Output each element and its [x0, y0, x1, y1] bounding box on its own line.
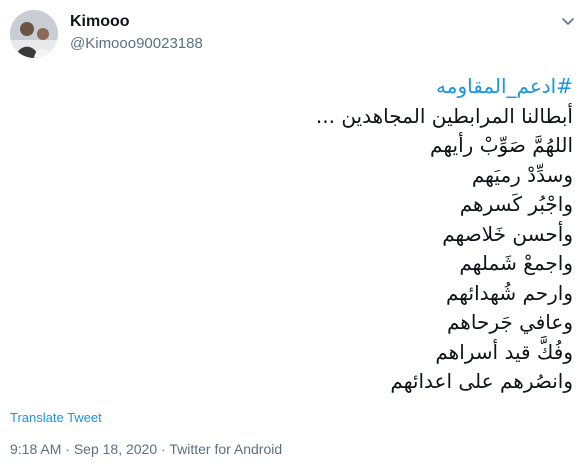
- avatar-photo-icon: [10, 10, 58, 58]
- tweet-line: وارحم شُهدائهم: [445, 280, 573, 305]
- user-handle[interactable]: @Kimooo90023188: [70, 35, 203, 52]
- meta-separator: ·: [65, 441, 70, 457]
- tweet-date[interactable]: Sep 18, 2020: [74, 441, 157, 457]
- tweet-metadata: 9:18 AM · Sep 18, 2020 · Twitter for And…: [10, 441, 282, 457]
- tweet-line: وفُكَّ قيد أسراهم: [435, 339, 573, 364]
- tweet-line: أبطالنا المرابطين المجاهدين ...: [315, 103, 573, 128]
- hashtag-link[interactable]: #ادعم_المقاومه: [153, 72, 573, 102]
- tweet-text: #ادعم_المقاومه أبطالنا المرابطين المجاهد…: [153, 72, 573, 397]
- avatar[interactable]: [10, 10, 58, 58]
- tweet-line: وأحسن خَلاصهم: [442, 221, 573, 246]
- tweet-line: وعافي جَرحاهم: [447, 310, 573, 334]
- tweet-source[interactable]: Twitter for Android: [169, 441, 282, 457]
- tweet-card: Kimooo @Kimooo90023188 #ادعم_المقاومه أب…: [0, 0, 587, 465]
- display-name[interactable]: Kimooo: [70, 13, 130, 31]
- tweet-line: وسدِّدْ رميَهم: [471, 162, 573, 187]
- tweet-line: وانصُرهم على اعدائهم: [390, 369, 573, 393]
- tweet-line: واجمعْ شَملهم: [459, 251, 573, 275]
- tweet-time[interactable]: 9:18 AM: [10, 441, 61, 457]
- tweet-line: واجْبُر كَسرهم: [459, 192, 573, 216]
- chevron-down-icon[interactable]: [559, 12, 577, 30]
- meta-separator: ·: [161, 441, 166, 457]
- tweet-line: اللهُمَّ صَوِّبْ رأيهم: [430, 133, 573, 157]
- translate-tweet-link[interactable]: Translate Tweet: [10, 410, 102, 425]
